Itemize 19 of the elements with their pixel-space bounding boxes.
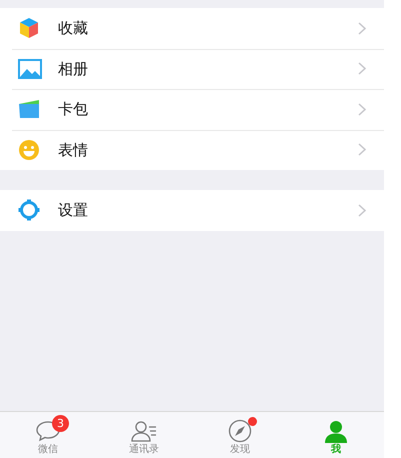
menu-item[interactable]: 卡包 [0,89,384,130]
menu-item[interactable]: 相册 [0,48,384,89]
contacts-icon [130,419,158,443]
menu-item[interactable]: 表情 [0,130,384,170]
card-icon [18,99,42,120]
person-icon [324,419,348,443]
smile-icon [18,138,42,161]
compass-icon [228,419,252,443]
chevron-icon [358,204,366,217]
menu-item[interactable]: 设置 [0,190,384,230]
badge-count: 3 [52,415,69,432]
chevron-icon [358,22,366,35]
settings-icon [18,199,42,222]
photo-icon [18,58,42,79]
tab[interactable]: 微信 3 [0,412,96,458]
menu-item[interactable]: 收藏 [0,8,384,48]
chevron-icon [358,143,366,156]
chevron-icon [358,102,366,116]
chevron-icon [358,62,366,76]
